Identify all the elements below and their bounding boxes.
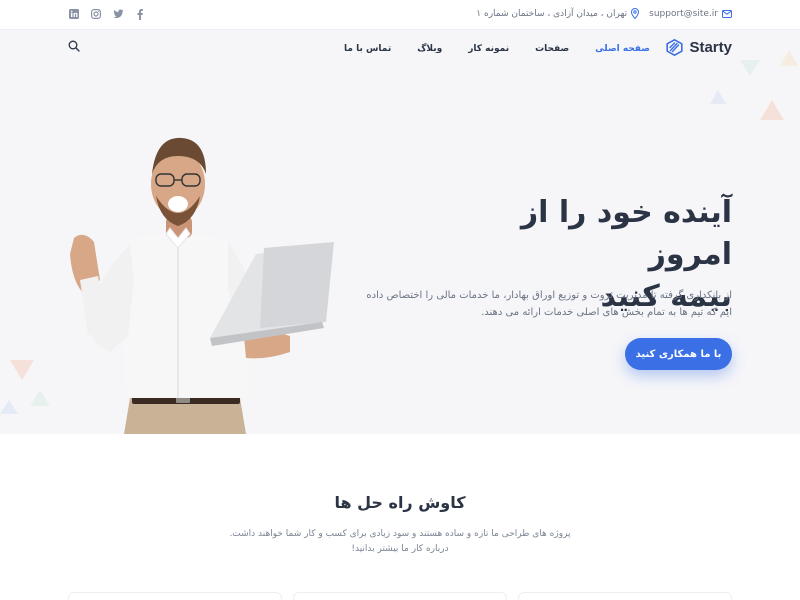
solution-card[interactable] [293, 592, 507, 600]
main-nav: صفحه اصلی صفحات نمونه کار وبلاگ تماس با … [0, 30, 800, 68]
decorative-triangle [710, 90, 726, 104]
cooperate-button[interactable]: با ما همکاری کنید [625, 338, 732, 370]
nav-item-contact[interactable]: تماس با ما [344, 44, 391, 54]
hero-title-line1: آینده خود را از امروز [520, 195, 732, 272]
decorative-triangle [30, 390, 50, 406]
location-pin-icon [631, 8, 640, 19]
decorative-triangle [760, 100, 784, 120]
hero-description: از بانکداری گرفته تا مدیریت ثروت و توزیع… [366, 290, 732, 318]
contact-info: support@site.ir تهران ، میدان آزادی ، سا… [476, 8, 732, 19]
nav-item-home[interactable]: صفحه اصلی [595, 44, 650, 54]
email-text: support@site.ir [649, 8, 718, 19]
nav-item-portfolio[interactable]: نمونه کار [468, 44, 509, 54]
address-item: تهران ، میدان آزادی ، ساختمان شماره ۱ [476, 8, 640, 19]
section-description: پروژه های طراحی ما تازه و ساده هستند و س… [229, 529, 571, 554]
logo-mark-icon [666, 39, 684, 56]
solution-card[interactable] [68, 592, 282, 600]
hero-person-image [60, 130, 350, 434]
logo[interactable]: Starty [666, 39, 732, 56]
search-icon[interactable] [68, 40, 84, 56]
top-bar: support@site.ir تهران ، میدان آزادی ، سا… [0, 0, 800, 30]
facebook-icon[interactable] [134, 8, 146, 20]
instagram-icon[interactable] [90, 8, 102, 20]
social-links [68, 8, 146, 20]
solution-card[interactable] [518, 592, 732, 600]
section-title: کاوش راه حل ها [334, 493, 466, 512]
envelope-icon [722, 9, 732, 18]
nav-menu: صفحه اصلی صفحات نمونه کار وبلاگ تماس با … [344, 44, 650, 54]
linkedin-icon[interactable] [68, 8, 80, 20]
twitter-icon[interactable] [112, 8, 124, 20]
logo-text: Starty [689, 39, 732, 56]
decorative-triangle [10, 360, 34, 380]
nav-item-pages[interactable]: صفحات [535, 44, 569, 54]
nav-item-blog[interactable]: وبلاگ [417, 44, 442, 54]
decorative-triangle [0, 400, 18, 414]
email-item[interactable]: support@site.ir [649, 9, 732, 19]
address-text: تهران ، میدان آزادی ، ساختمان شماره ۱ [476, 8, 628, 19]
